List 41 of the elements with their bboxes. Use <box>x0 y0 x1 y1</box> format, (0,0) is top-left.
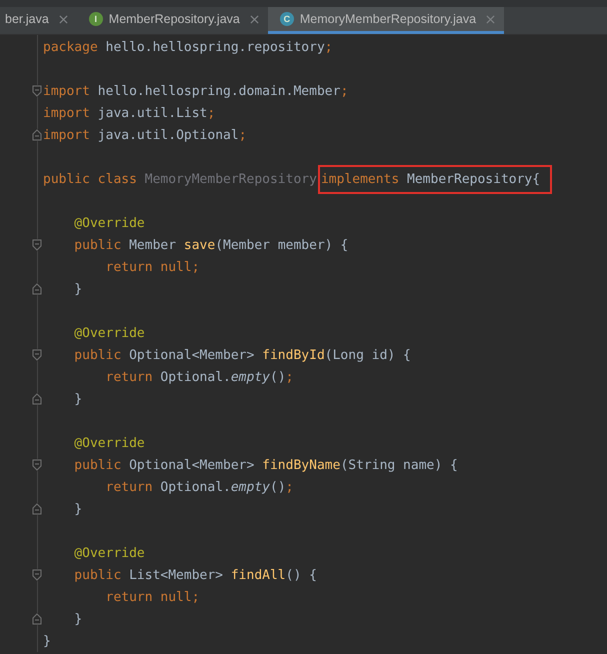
fold-icon[interactable] <box>32 129 42 141</box>
close-icon[interactable] <box>58 14 68 24</box>
code-line: @Override <box>73 436 145 450</box>
highlighted-code: implements MemberRepository{ <box>318 164 552 194</box>
code-line: @Override <box>73 546 145 560</box>
code-line: } <box>73 392 82 406</box>
code-line: } <box>73 502 82 516</box>
editor-tab[interactable]: C MemoryMemberRepository.java <box>268 7 504 34</box>
fold-icon[interactable] <box>32 85 42 97</box>
fold-icon[interactable] <box>32 503 42 515</box>
code-line: public Optional<Member> findById(Long id) { <box>73 348 411 362</box>
code-line: import java.util.List; <box>43 106 216 120</box>
file-type-icon: C <box>280 12 294 26</box>
fold-icon[interactable] <box>32 239 42 251</box>
code-line: } <box>43 634 51 648</box>
fold-icon[interactable] <box>32 569 42 581</box>
code-line: @Override <box>73 216 145 230</box>
editor-tab[interactable]: ber.java <box>0 7 77 34</box>
code-line: } <box>73 612 82 626</box>
fold-icon[interactable] <box>32 613 42 625</box>
close-icon[interactable] <box>486 14 496 24</box>
code-line: public Optional<Member> findByName(String name) { <box>73 458 458 472</box>
fold-icon[interactable] <box>32 459 42 471</box>
code-line: return null; <box>104 590 200 604</box>
close-icon[interactable] <box>250 14 259 24</box>
file-type-icon: I <box>88 12 103 26</box>
code-line: return null; <box>104 260 200 274</box>
code-line: } <box>73 282 82 296</box>
code-line: import hello.hellospring.domain.Member; <box>43 84 348 98</box>
code-line: import java.util.Optional; <box>43 128 247 142</box>
editor-tab[interactable]: I MemberRepository.java <box>76 7 268 34</box>
code-line: public Member save(Member member) { <box>73 238 348 252</box>
fold-icon[interactable] <box>32 393 42 405</box>
code-line: package hello.hellospring.repository; <box>43 40 333 54</box>
code-line: @Override <box>73 326 145 340</box>
fold-icon[interactable] <box>32 349 42 361</box>
code-line: public List<Member> findAll() { <box>73 568 317 582</box>
code-line: return Optional.empty(); <box>104 480 294 494</box>
code-line: return Optional.empty(); <box>104 370 294 384</box>
code-line: public class MemoryMemberRepository <box>43 172 317 186</box>
fold-icon[interactable] <box>32 283 42 295</box>
